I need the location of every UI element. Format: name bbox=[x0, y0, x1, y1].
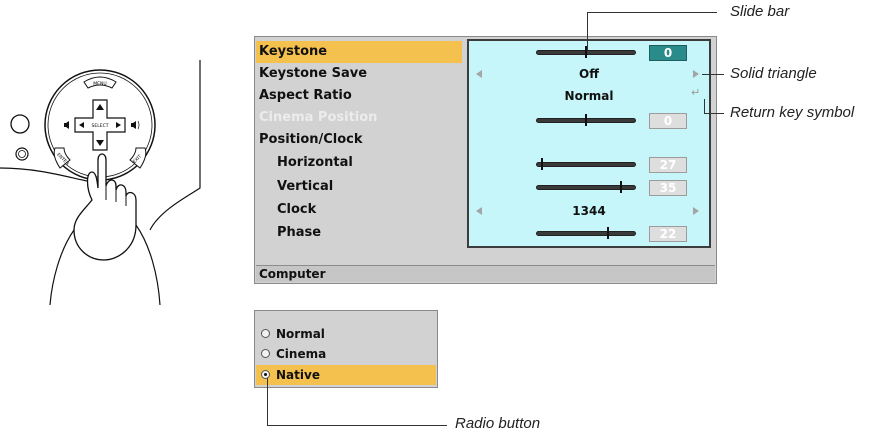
radio-option-label: Normal bbox=[276, 327, 325, 341]
menu-item-cinema-position: Cinema Position bbox=[259, 110, 378, 125]
cinema-position-slider-thumb bbox=[585, 114, 587, 126]
auto-adj-button[interactable] bbox=[15, 147, 29, 161]
radio-option-native[interactable]: Native bbox=[256, 365, 436, 385]
callout-solid-triangle: Solid triangle bbox=[730, 65, 817, 82]
horizontal-slider[interactable] bbox=[536, 162, 636, 167]
radio-button-icon[interactable] bbox=[261, 349, 270, 358]
menu-item-phase[interactable]: Phase bbox=[277, 222, 321, 244]
menu-item-aspect-ratio[interactable]: Aspect Ratio bbox=[259, 85, 352, 107]
menu-item-keystone-save[interactable]: Keystone Save bbox=[259, 63, 367, 85]
keystone-value: 0 bbox=[649, 45, 687, 61]
menu-footer-source: Computer bbox=[256, 265, 715, 282]
menu-item-position-clock[interactable]: Position/Clock bbox=[259, 129, 363, 151]
menu-item-vertical[interactable]: Vertical bbox=[277, 176, 333, 198]
radio-option-cinema[interactable]: Cinema bbox=[256, 344, 436, 364]
horizontal-slider-thumb[interactable] bbox=[541, 158, 543, 170]
horizontal-value: 27 bbox=[649, 157, 687, 173]
power-button[interactable] bbox=[10, 114, 30, 134]
menu-item-clock[interactable]: Clock bbox=[277, 199, 316, 221]
phase-value: 22 bbox=[649, 226, 687, 242]
phase-slider-thumb[interactable] bbox=[607, 227, 609, 239]
callout-line-radio-button bbox=[267, 425, 447, 426]
aspect-ratio-radio-menu: Normal Cinema Native bbox=[254, 310, 438, 388]
clock-value: 1344 bbox=[572, 204, 606, 218]
aspect-ratio-value: Normal bbox=[564, 89, 614, 103]
callout-return-key-symbol: Return key symbol bbox=[730, 104, 855, 121]
right-triangle-icon[interactable] bbox=[693, 70, 699, 78]
remote-control-illustration: MENU ENTER EXIT SELECT bbox=[0, 60, 201, 305]
radio-option-label: Native bbox=[276, 368, 320, 382]
vertical-slider-thumb[interactable] bbox=[620, 181, 622, 193]
keystone-save-value: Off bbox=[579, 67, 599, 81]
svg-text:SELECT: SELECT bbox=[92, 123, 109, 129]
left-triangle-icon[interactable] bbox=[476, 70, 482, 78]
svg-text:MENU: MENU bbox=[93, 81, 106, 87]
callout-line-return-key bbox=[704, 113, 724, 114]
menu-item-horizontal[interactable]: Horizontal bbox=[277, 152, 353, 174]
radio-button-selected-icon[interactable] bbox=[261, 370, 270, 379]
vertical-value: 35 bbox=[649, 180, 687, 196]
value-panel: 0 Off Normal ↵ 0 27 35 1344 22 bbox=[467, 39, 711, 248]
callout-line-return-key bbox=[704, 99, 705, 113]
phase-slider[interactable] bbox=[536, 231, 636, 236]
radio-option-label: Cinema bbox=[276, 347, 327, 361]
callout-slide-bar: Slide bar bbox=[730, 3, 790, 20]
radio-button-icon[interactable] bbox=[261, 329, 270, 338]
menu-item-keystone[interactable]: Keystone bbox=[259, 41, 327, 63]
callout-line-slide-bar bbox=[587, 12, 588, 50]
callout-line-solid-triangle bbox=[702, 74, 724, 75]
callout-line-slide-bar bbox=[587, 12, 717, 13]
callout-line-radio-button bbox=[267, 378, 268, 425]
return-key-icon: ↵ bbox=[691, 86, 701, 99]
radio-option-normal[interactable]: Normal bbox=[256, 324, 436, 344]
left-triangle-icon[interactable] bbox=[476, 207, 482, 215]
right-triangle-icon[interactable] bbox=[693, 207, 699, 215]
cinema-position-value: 0 bbox=[649, 113, 687, 129]
callout-radio-button: Radio button bbox=[455, 415, 541, 432]
adjust-menu: Keystone Keystone Save Aspect Ratio Cine… bbox=[254, 36, 717, 284]
